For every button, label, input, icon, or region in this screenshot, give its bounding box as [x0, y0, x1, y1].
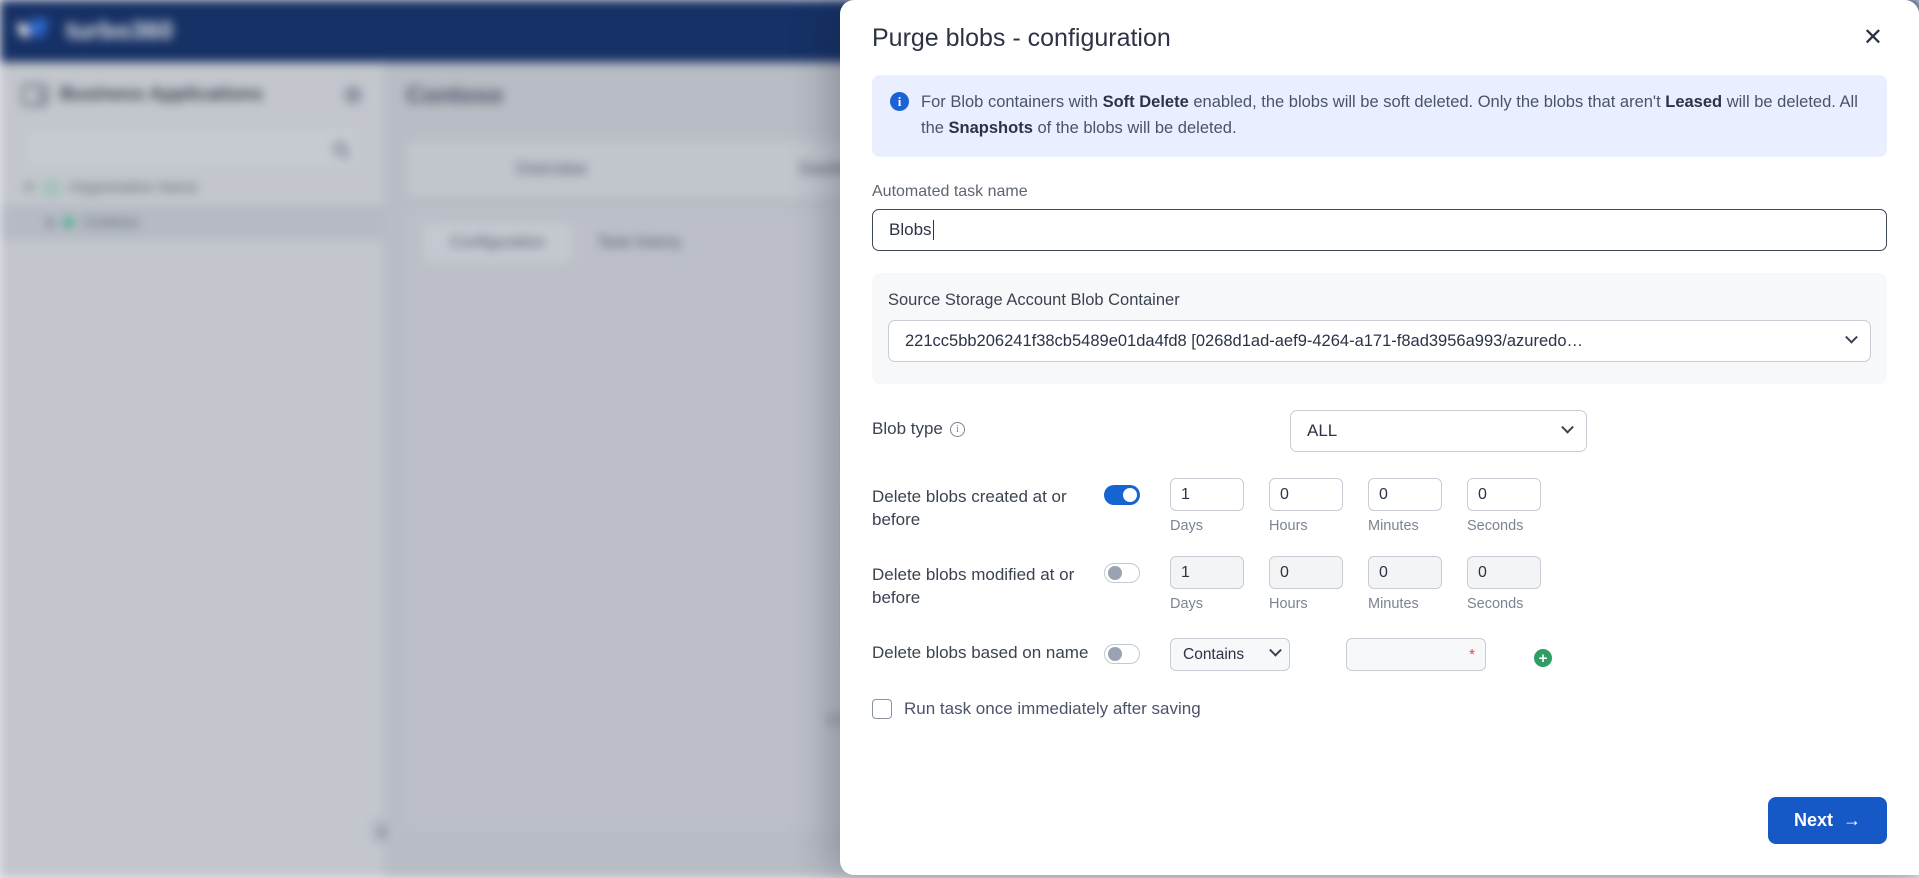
dialog-footer: Next →	[840, 765, 1919, 875]
blob-type-label-text: Blob type	[872, 419, 943, 439]
dialog-header: Purge blobs - configuration ✕	[840, 0, 1919, 53]
source-container-value: 221cc5bb206241f38cb5489e01da4fd8 [0268d1…	[905, 331, 1584, 350]
modified-before-hours-input[interactable]: 0	[1269, 556, 1343, 590]
modified-before-label: Delete blobs modified at or before	[872, 565, 1075, 608]
dialog-title: Purge blobs - configuration	[872, 24, 1171, 52]
task-name-value: Blobs	[889, 220, 932, 240]
run-once-row[interactable]: Run task once immediately after saving	[872, 699, 1887, 720]
created-before-duration-group: 1 Days 0 Hours 0 Minutes 0 Seconds	[1170, 478, 1566, 534]
blob-type-select[interactable]: ALL	[1290, 410, 1587, 453]
info-segment-bold: Snapshots	[948, 118, 1033, 137]
created-before-hours: 0 Hours	[1269, 478, 1368, 534]
modified-before-toggle[interactable]	[1104, 563, 1140, 584]
modified-before-minutes-input[interactable]: 0	[1368, 556, 1442, 590]
modified-before-hours-caption: Hours	[1269, 596, 1308, 613]
modified-before-days-input[interactable]: 1	[1170, 556, 1244, 590]
value: 0	[1280, 563, 1289, 581]
created-before-seconds: 0 Seconds	[1467, 478, 1566, 534]
dialog-body: i For Blob containers with Soft Delete e…	[840, 53, 1919, 720]
modified-before-seconds-input[interactable]: 0	[1467, 556, 1541, 590]
chevron-down-icon	[1561, 420, 1574, 434]
name-rule-row: Delete blobs based on name Contains * +	[872, 636, 1887, 672]
value: 0	[1280, 485, 1289, 503]
created-before-seconds-caption: Seconds	[1467, 518, 1524, 535]
chevron-down-icon	[1845, 330, 1858, 344]
value: 1	[1181, 485, 1190, 503]
value: 0	[1379, 563, 1388, 581]
task-name-label: Automated task name	[872, 183, 1028, 201]
info-segment: of the blobs will be deleted.	[1032, 118, 1237, 137]
info-icon: i	[890, 92, 909, 111]
next-button[interactable]: Next →	[1767, 796, 1887, 844]
chevron-down-icon	[1269, 644, 1282, 657]
screen: turbo360 ⚲ Search Business Applications …	[0, 0, 1919, 878]
modified-before-minutes: 0 Minutes	[1368, 556, 1467, 612]
source-container-select[interactable]: 221cc5bb206241f38cb5489e01da4fd8 [0268d1…	[888, 320, 1871, 363]
modified-before-hours: 0 Hours	[1269, 556, 1368, 612]
text-cursor	[932, 220, 934, 241]
blob-type-label: Blob type i	[872, 410, 1104, 441]
created-before-row: Delete blobs created at or before 1 Days…	[872, 478, 1887, 534]
info-banner-text: For Blob containers with Soft Delete ena…	[921, 90, 1869, 141]
modified-before-days-caption: Days	[1170, 596, 1204, 613]
created-before-minutes-caption: Minutes	[1368, 518, 1419, 535]
created-before-hours-input[interactable]: 0	[1269, 478, 1343, 512]
value: 0	[1478, 563, 1487, 581]
created-before-minutes-input[interactable]: 0	[1368, 478, 1442, 512]
modified-before-seconds: 0 Seconds	[1467, 556, 1566, 612]
task-name-input[interactable]: Blobs	[872, 209, 1887, 252]
purge-blobs-configuration-dialog: Purge blobs - configuration ✕ i For Blob…	[840, 0, 1919, 875]
info-circle-icon[interactable]: i	[949, 422, 965, 438]
created-before-days-input[interactable]: 1	[1170, 478, 1244, 512]
info-segment-bold: Soft Delete	[1102, 93, 1189, 111]
modified-before-duration-group: 1 Days 0 Hours 0 Minutes 0 Seconds	[1170, 556, 1566, 612]
info-segment: enabled, the blobs will be soft deleted.…	[1188, 93, 1666, 111]
run-once-label: Run task once immediately after saving	[904, 699, 1201, 719]
value: 0	[1379, 485, 1388, 503]
blob-type-value: ALL	[1307, 421, 1338, 441]
plus-circle-icon[interactable]: +	[1534, 649, 1552, 668]
arrow-right-icon: →	[1843, 809, 1861, 830]
name-rule-label: Delete blobs based on name	[872, 643, 1089, 663]
required-marker: *	[1469, 646, 1475, 664]
name-rule-operator-select[interactable]: Contains	[1170, 638, 1290, 672]
value: 0	[1478, 485, 1487, 503]
modified-before-row: Delete blobs modified at or before 1 Day…	[872, 556, 1887, 612]
created-before-seconds-input[interactable]: 0	[1467, 478, 1541, 512]
name-rule-toggle[interactable]	[1104, 643, 1140, 664]
created-before-label: Delete blobs created at or before	[872, 487, 1067, 530]
info-segment: For Blob containers with	[921, 93, 1103, 111]
source-container-section: Source Storage Account Blob Container 22…	[872, 273, 1887, 385]
value: 1	[1181, 563, 1190, 581]
modified-before-minutes-caption: Minutes	[1368, 596, 1419, 613]
run-once-checkbox[interactable]	[872, 699, 892, 720]
created-before-hours-caption: Hours	[1269, 518, 1308, 535]
blob-type-row: Blob type i ALL	[872, 410, 1887, 453]
info-banner: i For Blob containers with Soft Delete e…	[872, 75, 1887, 158]
name-rule-operator-value: Contains	[1183, 645, 1245, 663]
created-before-minutes: 0 Minutes	[1368, 478, 1467, 534]
created-before-days: 1 Days	[1170, 478, 1269, 534]
modified-before-days: 1 Days	[1170, 556, 1269, 612]
source-container-label: Source Storage Account Blob Container	[888, 291, 1180, 310]
name-rule-value-input[interactable]: *	[1346, 638, 1486, 672]
close-icon[interactable]: ✕	[1859, 24, 1887, 52]
created-before-days-caption: Days	[1170, 518, 1204, 535]
modified-before-seconds-caption: Seconds	[1467, 596, 1524, 613]
next-button-label: Next	[1793, 809, 1833, 830]
created-before-toggle[interactable]	[1104, 485, 1140, 506]
info-segment-bold: Leased	[1665, 93, 1723, 111]
